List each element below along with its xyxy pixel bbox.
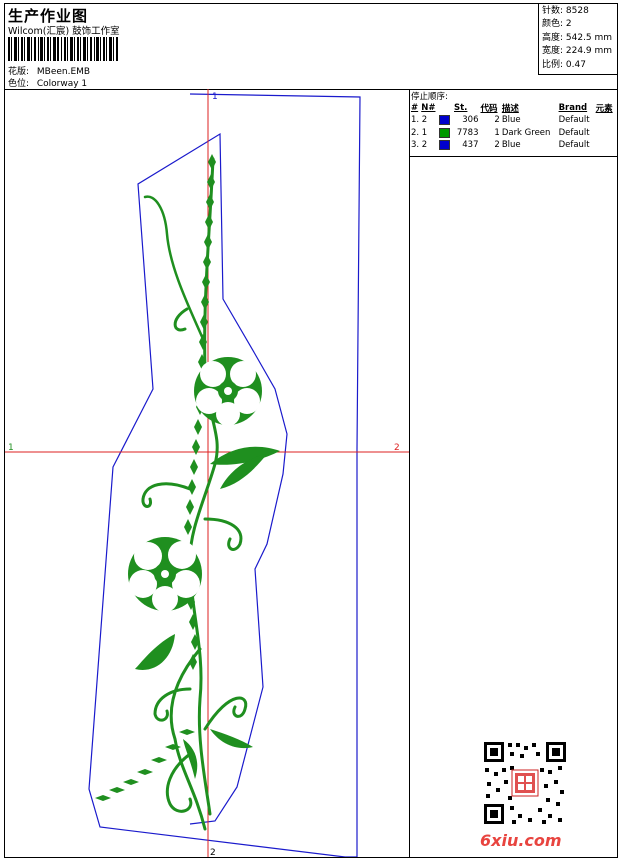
colorway-label: 色位: — [8, 79, 30, 89]
col-code: 代码 — [480, 104, 498, 114]
col-index: # — [411, 103, 419, 113]
left-curl — [141, 482, 192, 508]
design-height: 高度: 542.5 mm — [542, 32, 613, 43]
design-width: 宽度: 224.9 mm — [542, 46, 613, 57]
crosshair-label-left: 1 — [8, 443, 14, 453]
row-index: 2. 1 — [411, 127, 428, 138]
leaf-right-mid — [210, 446, 280, 465]
color-swatch — [438, 127, 453, 140]
row-code: 1 — [494, 127, 500, 138]
color-swatch — [438, 139, 453, 152]
row-stitches: 306 — [462, 115, 479, 126]
lower-right-curl — [203, 696, 248, 731]
row-code: 2 — [494, 115, 500, 126]
row-description: Blue — [501, 115, 521, 126]
row-stitches: 7783 — [456, 127, 479, 138]
col-description: 描述 — [501, 104, 519, 114]
bottom-curl — [165, 752, 193, 813]
row-description: Dark Green — [501, 127, 551, 138]
diamond-chain — [95, 154, 216, 801]
company-name: Wilcom(汇宸) 鼓饰工作室 — [8, 26, 120, 37]
col-brand: Brand — [558, 103, 588, 113]
row-index: 3. 2 — [411, 140, 428, 151]
row-stitches: 437 — [462, 140, 479, 151]
row-element — [595, 114, 616, 127]
leaf-left-lower — [135, 634, 175, 670]
crosshair-label-top: 1 — [212, 92, 218, 102]
stop-sequence-table: # N# St. 代码 描述 Brand 元素 1. 2 306 2 Blue — [410, 102, 616, 152]
upper-curl-stem — [143, 195, 205, 341]
row-brand: Default — [558, 115, 590, 126]
color-swatch — [438, 114, 453, 127]
row-element — [595, 139, 616, 152]
crosshair-label-bottom: 2 — [210, 848, 216, 857]
crosshair-label-right: 2 — [394, 443, 400, 453]
embroidery-canvas: 1 2 1 2 — [5, 89, 409, 857]
row-brand: Default — [558, 140, 590, 151]
stop-sequence-panel: 停止顺序: # N# St. 代码 描述 Brand 元素 1. 2 306 2… — [410, 89, 617, 157]
production-worksheet: 生产作业图 Wilcom(汇宸) 鼓饰工作室 花版: MBeen.EMB 色位:… — [4, 3, 618, 858]
stitch-count: 针数: 8528 — [542, 6, 589, 16]
table-row: 2. 1 7783 1 Dark Green Default — [410, 127, 616, 140]
stop-sequence-header: # N# St. 代码 描述 Brand 元素 — [410, 102, 616, 114]
upper-curl — [173, 307, 189, 332]
colorway-value: Colorway 1 — [36, 79, 88, 89]
design-scale: 比例: 0.47 — [542, 59, 586, 70]
table-row: 3. 2 437 2 Blue Default — [410, 139, 616, 152]
barcode-icon — [8, 37, 118, 61]
leaf-right-lower — [210, 729, 253, 749]
col-element: 元素 — [595, 104, 613, 114]
row-description: Blue — [501, 140, 521, 151]
table-row: 1. 2 306 2 Blue Default — [410, 114, 616, 127]
colorway-field: 色位: Colorway 1 — [8, 76, 87, 89]
color-count: 颜色: 2 — [542, 19, 572, 30]
qr-code-icon — [482, 740, 568, 826]
upper-flower — [194, 357, 262, 426]
right-curl — [203, 517, 243, 551]
design-preview: 1 2 1 2 — [5, 89, 410, 857]
row-code: 2 — [494, 140, 500, 151]
stop-sequence-title: 停止顺序: — [411, 92, 448, 102]
worksheet-header: 生产作业图 Wilcom(汇宸) 鼓饰工作室 花版: MBeen.EMB 色位:… — [5, 4, 617, 90]
row-index: 1. 2 — [411, 115, 428, 126]
row-brand: Default — [558, 127, 590, 138]
divider — [410, 156, 617, 157]
watermark-logo: 6xiu.com — [480, 831, 562, 850]
design-stats: 针数: 8528 颜色: 2 高度: 542.5 mm 宽度: 224.9 mm… — [538, 4, 617, 75]
row-element — [595, 127, 616, 140]
col-swatch — [438, 102, 453, 114]
col-stitches: St. — [454, 103, 468, 113]
col-needle: N# — [421, 103, 436, 113]
